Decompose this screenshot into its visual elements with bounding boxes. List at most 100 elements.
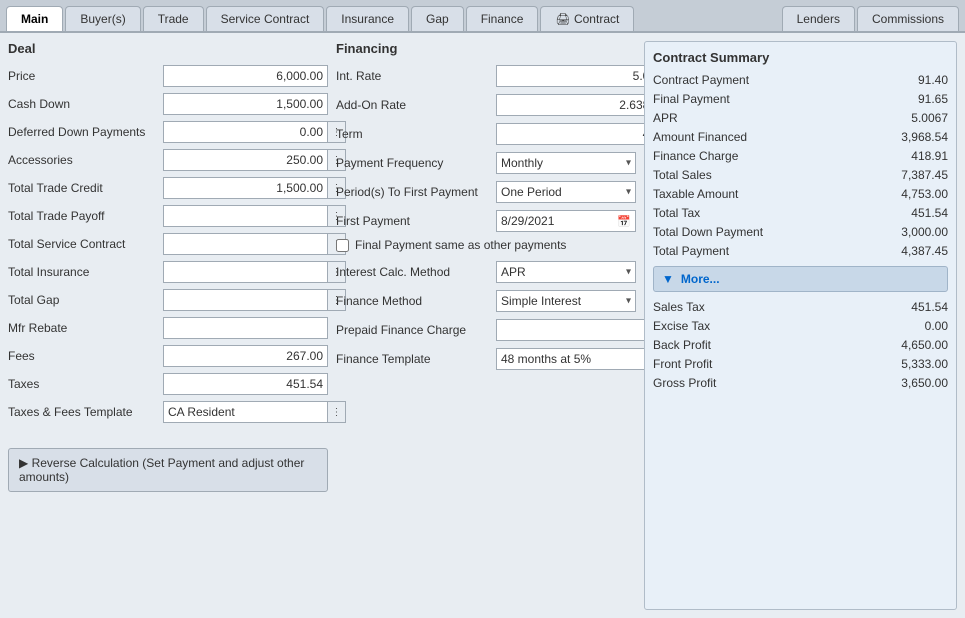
total-down-payment-label: Total Down Payment xyxy=(653,225,763,239)
service-contract-input[interactable] xyxy=(163,233,328,255)
accessories-input[interactable] xyxy=(163,149,328,171)
taxable-amount-value: 4,753.00 xyxy=(901,187,948,201)
int-calc-wrapper: APR Simple Interest Add-On xyxy=(496,261,636,283)
finance-method-select[interactable]: Simple Interest Add-On APR xyxy=(496,290,636,312)
contract-payment-value: 91.40 xyxy=(918,73,948,87)
apr-label: APR xyxy=(653,111,678,125)
reverse-calc-button[interactable]: ▶ Reverse Calculation (Set Payment and a… xyxy=(8,448,328,492)
trade-payoff-wrapper: ⋮ xyxy=(163,205,346,227)
int-calc-select[interactable]: APR Simple Interest Add-On xyxy=(496,261,636,283)
deferred-wrapper: ⋮ xyxy=(163,121,346,143)
prepaid-row: Prepaid Finance Charge xyxy=(336,318,636,342)
template-row: Finance Template ⋮ xyxy=(336,347,636,371)
summary-title: Contract Summary xyxy=(653,50,948,65)
finance-charge-row: Finance Charge 418.91 xyxy=(653,149,948,163)
excise-tax-value: 0.00 xyxy=(925,319,948,333)
total-tax-label: Total Tax xyxy=(653,206,700,220)
mfr-rebate-row: Mfr Rebate xyxy=(8,316,328,340)
service-contract-wrapper: ⋮ xyxy=(163,233,346,255)
int-rate-input[interactable] xyxy=(496,65,661,87)
first-payment-value: 8/29/2021 xyxy=(501,214,554,228)
front-profit-label: Front Profit xyxy=(653,357,712,371)
tab-contract[interactable]: 🖨 Contract xyxy=(540,6,634,31)
gross-profit-row: Gross Profit 3,650.00 xyxy=(653,376,948,390)
total-payment-value: 4,387.45 xyxy=(901,244,948,258)
mfr-rebate-label: Mfr Rebate xyxy=(8,321,163,335)
trade-credit-input[interactable] xyxy=(163,177,328,199)
int-rate-label: Int. Rate xyxy=(336,69,496,83)
deferred-label: Deferred Down Payments xyxy=(8,125,163,139)
period-label: Period(s) To First Payment xyxy=(336,185,496,199)
reverse-calc-section: ▶ Reverse Calculation (Set Payment and a… xyxy=(8,440,328,492)
first-payment-field[interactable]: 8/29/2021 📅 xyxy=(496,210,636,232)
payment-freq-select[interactable]: Monthly Weekly Bi-Weekly Semi-Monthly xyxy=(496,152,636,174)
finance-charge-value: 418.91 xyxy=(911,149,948,163)
fees-input[interactable] xyxy=(163,345,328,367)
amount-financed-value: 3,968.54 xyxy=(901,130,948,144)
total-down-payment-row: Total Down Payment 3,000.00 xyxy=(653,225,948,239)
price-row: Price xyxy=(8,64,328,88)
taxes-input[interactable] xyxy=(163,373,328,395)
finance-method-label: Finance Method xyxy=(336,294,496,308)
total-tax-row: Total Tax 451.54 xyxy=(653,206,948,220)
amount-financed-row: Amount Financed 3,968.54 xyxy=(653,130,948,144)
prepaid-input[interactable] xyxy=(496,319,661,341)
trade-credit-wrapper: ⋮ xyxy=(163,177,346,199)
tab-trade[interactable]: Trade xyxy=(143,6,204,31)
trade-payoff-label: Total Trade Payoff xyxy=(8,209,163,223)
term-label: Term xyxy=(336,127,496,141)
term-input[interactable] xyxy=(496,123,661,145)
taxable-amount-row: Taxable Amount 4,753.00 xyxy=(653,187,948,201)
gap-input[interactable] xyxy=(163,289,328,311)
trade-payoff-row: Total Trade Payoff ⋮ xyxy=(8,204,328,228)
period-select[interactable]: One Period Two Periods Three Periods xyxy=(496,181,636,203)
apr-value: 5.0067 xyxy=(911,111,948,125)
trade-payoff-input[interactable] xyxy=(163,205,328,227)
insurance-label: Total Insurance xyxy=(8,265,163,279)
addon-rate-row: Add-On Rate xyxy=(336,93,636,117)
tab-finance[interactable]: Finance xyxy=(466,6,539,31)
price-input[interactable] xyxy=(163,65,328,87)
tab-insurance[interactable]: Insurance xyxy=(326,6,409,31)
tab-service-contract[interactable]: Service Contract xyxy=(206,6,325,31)
final-payment-sum-row: Final Payment 91.65 xyxy=(653,92,948,106)
tab-commissions[interactable]: Commissions xyxy=(857,6,959,31)
more-section[interactable]: ▼ More... xyxy=(653,266,948,292)
cash-down-input[interactable] xyxy=(163,93,328,115)
sales-tax-row: Sales Tax 451.54 xyxy=(653,300,948,314)
deal-title: Deal xyxy=(8,41,328,56)
amount-financed-label: Amount Financed xyxy=(653,130,747,144)
final-payment-sum-value: 91.65 xyxy=(918,92,948,106)
int-calc-row: Interest Calc. Method APR Simple Interes… xyxy=(336,260,636,284)
deferred-input[interactable] xyxy=(163,121,328,143)
accessories-row: Accessories ⋮ xyxy=(8,148,328,172)
term-row: Term xyxy=(336,122,636,146)
first-payment-label: First Payment xyxy=(336,214,496,228)
financing-title: Financing xyxy=(336,41,636,56)
insurance-row: Total Insurance ⋮ xyxy=(8,260,328,284)
tab-main[interactable]: Main xyxy=(6,6,63,31)
more-label: More... xyxy=(681,272,720,286)
tab-lenders[interactable]: Lenders xyxy=(782,6,855,31)
app-container: Main Buyer(s) Trade Service Contract Ins… xyxy=(0,0,965,618)
insurance-wrapper: ⋮ xyxy=(163,261,346,283)
addon-rate-input[interactable] xyxy=(496,94,661,116)
trade-credit-label: Total Trade Credit xyxy=(8,181,163,195)
template-input[interactable] xyxy=(496,348,660,370)
mfr-rebate-input[interactable] xyxy=(163,317,328,339)
gap-label: Total Gap xyxy=(8,293,163,307)
contract-payment-label: Contract Payment xyxy=(653,73,749,87)
taxes-template-input[interactable] xyxy=(163,401,328,423)
calendar-icon[interactable]: 📅 xyxy=(617,215,631,228)
insurance-input[interactable] xyxy=(163,261,328,283)
trade-credit-row: Total Trade Credit ⋮ xyxy=(8,176,328,200)
taxes-template-label: Taxes & Fees Template xyxy=(8,405,163,419)
tab-buyers[interactable]: Buyer(s) xyxy=(65,6,140,31)
back-profit-label: Back Profit xyxy=(653,338,711,352)
apr-row: APR 5.0067 xyxy=(653,111,948,125)
excise-tax-row: Excise Tax 0.00 xyxy=(653,319,948,333)
tab-gap[interactable]: Gap xyxy=(411,6,464,31)
taxes-template-row: Taxes & Fees Template ⋮ xyxy=(8,400,328,424)
final-payment-checkbox[interactable] xyxy=(336,239,349,252)
gap-wrapper: ⋮ xyxy=(163,289,346,311)
